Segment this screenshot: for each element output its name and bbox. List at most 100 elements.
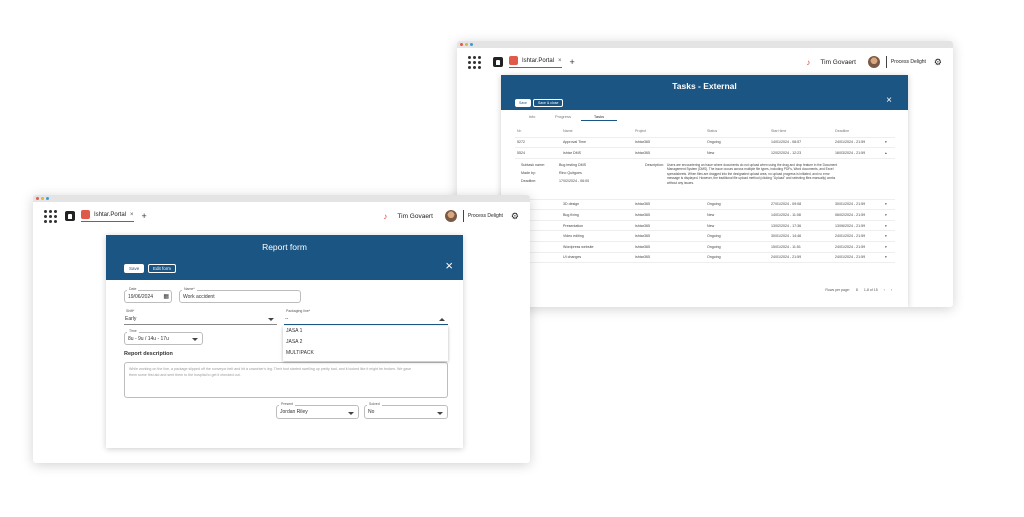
tab-ishtar-portal[interactable]: Ishtar.Portal ×	[509, 56, 562, 68]
table-header-row: Nr. Name Project Status Start time Deadl…	[515, 126, 895, 137]
home-icon[interactable]	[65, 211, 75, 221]
avatar[interactable]	[444, 210, 457, 222]
close-tab-icon[interactable]: ×	[558, 58, 562, 64]
process-delight-logo: Process Delight	[890, 59, 926, 65]
packaging-line-value: --	[285, 316, 289, 322]
table-row[interactable]: 5272 Approval Time Ishtar365 Ongoing 14/01/2…	[515, 137, 895, 148]
save-button[interactable]: Save	[124, 264, 145, 273]
dropdown-option[interactable]: JASA 1	[283, 326, 448, 337]
rows-per-page-select[interactable]: 8	[856, 288, 858, 292]
chevron-up-icon: ▴	[885, 150, 887, 155]
prev-page-icon[interactable]: ‹	[884, 288, 885, 292]
solved-select[interactable]: Solved No	[364, 402, 448, 419]
description-value: Users are encountering an issue where do…	[667, 162, 838, 186]
chevron-up-icon	[439, 318, 445, 321]
notification-icon[interactable]: ♪	[806, 58, 810, 67]
add-tab-icon[interactable]: +	[570, 57, 575, 67]
window-chrome	[33, 195, 530, 202]
user-name: Tim Govaert	[397, 212, 433, 220]
chevron-down-icon	[268, 318, 274, 321]
time-value: 8u - 9u / 14u - 17u	[128, 336, 169, 342]
present-select[interactable]: Present Jordan Riley	[276, 402, 359, 419]
deadline-value: 17/02/2024 - 06:00	[559, 178, 590, 183]
col-deadline: Deadline	[835, 129, 850, 134]
add-tab-icon[interactable]: +	[142, 211, 147, 221]
table-row[interactable]: UI changes Ishtar365 Ongoing 24/01/2024 - 2…	[515, 252, 895, 263]
tab-progress[interactable]: Progress	[545, 114, 581, 121]
table-row[interactable]: Bug fixing Ishtar365 New 14/01/2024 - 11:08…	[515, 210, 895, 221]
time-select[interactable]: Time 8u - 9u / 14u - 17u	[124, 329, 203, 345]
table-row[interactable]: Presentation Ishtar365 New 13/02/2024 - 17:…	[515, 220, 895, 231]
table-row[interactable]: Video editing Ishtar365 Ongoing 30/01/2024 …	[515, 231, 895, 242]
col-status: Status	[707, 129, 718, 134]
report-description-textarea[interactable]: While working on the line, a package sli…	[124, 362, 448, 398]
table-row[interactable]: Wordpress website Ishtar365 Ongoing 15/01/2…	[515, 242, 895, 253]
pagination: Rows per page: 8 1-8 of 15 ‹ ›	[825, 288, 892, 292]
table-row[interactable]: 3D design Ishtar365 Ongoing 27/01/2024 - 09…	[515, 199, 895, 210]
app-header: Ishtar.Portal × + ♪ Tim Govaert Process …	[33, 208, 530, 224]
close-icon[interactable]: ×	[445, 258, 453, 273]
portal-icon	[509, 56, 518, 65]
avatar[interactable]	[867, 56, 880, 68]
calendar-icon[interactable]: ▦	[163, 293, 169, 300]
report-description-text: While working on the line, a package sli…	[129, 367, 412, 377]
made-by-value: Rino Quitgoes	[559, 170, 582, 175]
tab-info[interactable]: Info	[519, 114, 545, 121]
shift-value: Early	[125, 316, 137, 322]
solved-value: No	[368, 409, 375, 415]
tasks-panel: Tasks - External Save Save & close × Inf…	[501, 75, 908, 307]
date-value: 19/06/2024	[128, 294, 154, 300]
chevron-down-icon	[437, 412, 443, 415]
next-page-icon[interactable]: ›	[891, 288, 892, 292]
col-name: Name	[563, 129, 573, 134]
packaging-dropdown: JASA 1 JASA 2 MULTIPACK	[283, 326, 448, 361]
portal-icon	[81, 210, 90, 219]
shift-select[interactable]: Shift* Early	[124, 309, 277, 325]
chevron-down-icon: ▾	[885, 244, 887, 249]
chevron-down-icon: ▾	[885, 223, 887, 228]
col-start: Start time	[771, 129, 787, 134]
divider	[462, 210, 464, 222]
panel-title: Report form	[262, 242, 307, 252]
rows-per-page-label: Rows per page:	[825, 288, 850, 292]
chevron-down-icon	[348, 412, 354, 415]
page-range: 1-8 of 15	[863, 288, 878, 292]
apps-grid-icon[interactable]	[44, 209, 57, 223]
tasks-table: Nr. Name Project Status Start time Deadl…	[515, 126, 895, 263]
chevron-down-icon	[192, 338, 198, 341]
report-form-header: Report form Save Edit form ×	[106, 235, 463, 280]
settings-gear-icon[interactable]: ⚙	[934, 57, 942, 68]
close-icon[interactable]: ×	[886, 95, 892, 106]
save-button[interactable]: Save	[515, 99, 531, 107]
apps-grid-icon[interactable]	[468, 55, 481, 69]
user-name: Tim Govaert	[820, 58, 856, 66]
chevron-down-icon: ▾	[885, 213, 887, 218]
report-form-panel: Report form Save Edit form × Date 19/06/…	[106, 235, 463, 448]
present-value: Jordan Riley	[280, 409, 308, 415]
close-tab-icon[interactable]: ×	[130, 212, 134, 218]
description-label: Description:	[645, 162, 664, 167]
col-project: Project	[635, 129, 647, 134]
panel-title: Tasks - External	[672, 81, 737, 91]
chevron-down-icon: ▾	[885, 234, 887, 239]
home-icon[interactable]	[493, 57, 503, 67]
table-row[interactable]: 5524 Ishtar DMS Ishtar365 New 12/02/2024 - 1…	[515, 148, 895, 159]
edit-form-button[interactable]: Edit form	[148, 264, 177, 273]
save-close-button[interactable]: Save & close	[533, 99, 564, 107]
settings-gear-icon[interactable]: ⚙	[511, 211, 519, 222]
report-description-heading: Report description	[124, 351, 173, 357]
dropdown-option[interactable]: JASA 2	[283, 337, 448, 348]
tab-ishtar-portal[interactable]: Ishtar.Portal ×	[81, 210, 134, 222]
notification-icon[interactable]: ♪	[383, 212, 387, 221]
col-nr: Nr.	[517, 129, 522, 134]
packaging-line-select[interactable]: Packaging line* --	[284, 309, 448, 325]
dropdown-option[interactable]: MULTIPACK	[283, 348, 448, 359]
divider	[885, 56, 887, 68]
date-field[interactable]: Date 19/06/2024 ▦	[124, 287, 172, 303]
tab-tasks[interactable]: Tasks	[581, 114, 617, 121]
chevron-down-icon: ▾	[885, 140, 887, 145]
tasks-panel-header: Tasks - External Save Save & close ×	[501, 75, 908, 110]
expanded-row: Subtask name: Bug testing DMS Made by: R…	[515, 158, 895, 200]
name-field[interactable]: Name* Work accident	[179, 287, 301, 303]
window-chrome	[457, 41, 953, 48]
